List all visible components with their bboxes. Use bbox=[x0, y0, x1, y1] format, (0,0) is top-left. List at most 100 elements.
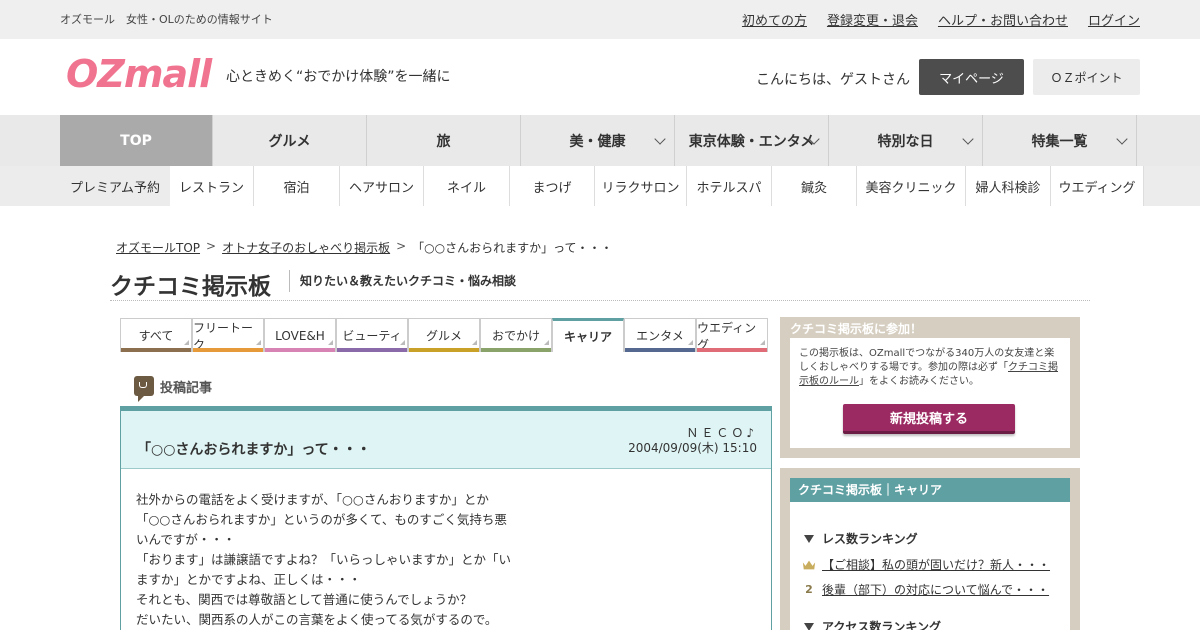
page-subtitle: 知りたい＆教えたいクチコミ・悩み相談 bbox=[289, 270, 516, 292]
chevron-down-icon bbox=[1116, 133, 1128, 145]
post-body-line: それとも、関西では尊敬語として普通に使うんでしょうか？ bbox=[136, 592, 473, 607]
oz-point-button[interactable]: ＯＺポイント bbox=[1033, 59, 1140, 95]
access-ranking-heading: アクセス数ランキング bbox=[804, 618, 941, 630]
post-section-label: 投稿記事 bbox=[160, 380, 213, 396]
breadcrumb-separator: > bbox=[206, 239, 217, 253]
link-first-time[interactable]: 初めての方 bbox=[742, 10, 807, 29]
category-color-bar bbox=[337, 348, 407, 352]
premium-nav: プレミアム予約 レストラン 宿泊 ヘアサロン ネイル まつげ リラクサロン ホテルスパ 鍼灸 美容… bbox=[0, 166, 1200, 206]
post-body-line: 「○○さんおられますか」というのが多くて、ものすごく気持ち悪 bbox=[136, 512, 507, 527]
header-catchphrase: 心ときめく“おでかけ体験”を一緒に bbox=[226, 69, 451, 85]
res-ranking-heading: レス数ランキング bbox=[804, 530, 918, 547]
chevron-down-icon bbox=[962, 133, 974, 145]
tab-corner-icon bbox=[688, 340, 693, 345]
premium-nav-item[interactable]: ウエディング bbox=[1051, 166, 1144, 206]
res-ranking-link-2[interactable]: 後輩（部下）の対応について悩んで・・・ bbox=[822, 581, 1049, 598]
category-tab[interactable]: エンタメ bbox=[624, 318, 696, 352]
premium-nav-item[interactable]: 鍼灸 bbox=[772, 166, 857, 206]
category-tab[interactable]: ウエディング bbox=[696, 318, 768, 352]
post-title-area: 「○○さんおられますか」って・・・ ＮＥＣＯ♪ 2004/09/09(木) 15… bbox=[121, 411, 771, 469]
tab-corner-icon bbox=[760, 340, 765, 345]
ranking-panel-title: クチコミ掲示板｜キャリア bbox=[790, 478, 1070, 502]
breadcrumb-current: 「○○さんおられますか」って・・・ bbox=[412, 241, 613, 255]
post-body-line: 「おります」は謙譲語ですよね？「いらっしゃいますか」とか「い bbox=[136, 552, 512, 567]
premium-nav-item[interactable]: レストラン bbox=[170, 166, 254, 206]
link-login[interactable]: ログイン bbox=[1088, 10, 1140, 29]
tab-corner-icon bbox=[328, 340, 333, 345]
category-tab[interactable]: すべて bbox=[120, 318, 192, 352]
ozmall-logo[interactable]: OZmall bbox=[66, 52, 212, 96]
post-body: 社外からの電話をよく受けますが、「○○さんおりますか」とか 「○○さんおられますか… bbox=[136, 490, 536, 630]
res-ranking-item: 【ご相談】私の頭が固いだけ？新人・・・ bbox=[802, 556, 1050, 573]
category-tab[interactable]: フリートーク bbox=[192, 318, 264, 352]
rank-number-icon: 2 bbox=[805, 583, 813, 596]
category-color-bar bbox=[697, 348, 767, 352]
category-tab[interactable]: おでかけ bbox=[480, 318, 552, 352]
premium-nav-item[interactable]: ヘアサロン bbox=[340, 166, 424, 206]
gnav-item-label: 東京体験・エンタメ bbox=[688, 133, 815, 150]
join-board-description: この掲示板は、OZmallでつながる340万人の女友達と楽しくおしゃべりする場で… bbox=[799, 347, 1063, 389]
premium-nav-item[interactable]: 婦人科検診 bbox=[966, 166, 1051, 206]
premium-nav-label: プレミアム予約 bbox=[69, 180, 161, 196]
premium-nav-item[interactable]: リラクサロン bbox=[595, 166, 687, 206]
gnav-item-label: グルメ bbox=[268, 133, 311, 150]
new-post-button[interactable]: 新規投稿する bbox=[843, 404, 1015, 434]
category-tab[interactable]: LOVE&H bbox=[264, 318, 336, 352]
post-body-line: ますか」とかですよね、正しくは・・・ bbox=[136, 572, 362, 587]
gnav-item[interactable]: 旅 bbox=[367, 115, 521, 166]
triangle-down-icon bbox=[804, 622, 814, 630]
gnav-item-label: 特集一覧 bbox=[1031, 133, 1088, 150]
category-color-bar bbox=[625, 348, 695, 352]
site-header: OZmall 心ときめく“おでかけ体験”を一緒に こんにちは、ゲストさん マイペ… bbox=[0, 39, 1200, 115]
gnav-item[interactable]: 特集一覧 bbox=[983, 115, 1137, 166]
gnav-item-label: 美・健康 bbox=[569, 133, 626, 150]
category-tabs: すべて フリートーク LOVE&H ビューティ グルメ おでかけ キャリア エンタメ ウエディン… bbox=[120, 318, 768, 352]
tab-corner-icon bbox=[400, 340, 405, 345]
greeting-text: こんにちは、ゲストさん bbox=[756, 72, 910, 88]
post-body-line: だいたい、関西系の人がこの言葉をよく使ってる気がするので。 bbox=[136, 612, 498, 627]
mypage-button[interactable]: マイページ bbox=[919, 59, 1024, 95]
tab-corner-icon bbox=[472, 340, 477, 345]
tab-corner-icon bbox=[544, 340, 549, 345]
res-ranking-link-1[interactable]: 【ご相談】私の頭が固いだけ？新人・・・ bbox=[822, 556, 1050, 573]
post-title: 「○○さんおられますか」って・・・ bbox=[137, 442, 371, 458]
category-tab-label: エンタメ bbox=[636, 329, 684, 343]
premium-nav-item[interactable]: 美容クリニック bbox=[857, 166, 966, 206]
gnav-item-label: 特別な日 bbox=[877, 133, 934, 150]
category-color-bar bbox=[409, 348, 479, 352]
post-date: 2004/09/09(木) 15:10 bbox=[628, 441, 757, 455]
category-tab[interactable]: ビューティ bbox=[336, 318, 408, 352]
category-tab[interactable]: キャリア bbox=[552, 318, 624, 352]
breadcrumb-board[interactable]: オトナ女子のおしゃべり掲示板 bbox=[222, 239, 390, 256]
gnav-item[interactable]: 東京体験・エンタメ bbox=[675, 115, 829, 166]
gnav-item[interactable]: 特別な日 bbox=[829, 115, 983, 166]
res-ranking-item: 2 後輩（部下）の対応について悩んで・・・ bbox=[802, 581, 1049, 598]
coffee-cup-icon bbox=[134, 376, 154, 402]
post-article: 「○○さんおられますか」って・・・ ＮＥＣＯ♪ 2004/09/09(木) 15… bbox=[120, 406, 772, 630]
category-color-bar bbox=[121, 348, 191, 352]
triangle-down-icon bbox=[804, 534, 814, 543]
gnav-item[interactable]: 美・健康 bbox=[521, 115, 675, 166]
link-account-change[interactable]: 登録変更・退会 bbox=[827, 10, 918, 29]
gnav-item-label: 旅 bbox=[436, 133, 451, 150]
category-tab-label: グルメ bbox=[425, 329, 462, 343]
premium-nav-item[interactable]: まつげ bbox=[510, 166, 595, 206]
global-nav-items: TOP グルメ 旅 美・健康 東京体験・エンタメ 特別な日 特集一覧 bbox=[60, 115, 1137, 166]
rank-crown-icon bbox=[802, 558, 816, 572]
breadcrumb-top[interactable]: オズモールTOP bbox=[116, 239, 200, 256]
breadcrumb-separator: > bbox=[396, 239, 407, 253]
link-help[interactable]: ヘルプ・お問い合わせ bbox=[938, 10, 1068, 29]
category-tab[interactable]: グルメ bbox=[408, 318, 480, 352]
premium-nav-item[interactable]: ホテルスパ bbox=[687, 166, 772, 206]
tab-corner-icon bbox=[184, 340, 189, 345]
join-board-content: この掲示板は、OZmallでつながる340万人の女友達と楽しくおしゃべりする場で… bbox=[790, 338, 1070, 448]
gnav-item[interactable]: TOP bbox=[60, 115, 213, 166]
premium-nav-item[interactable]: 宿泊 bbox=[254, 166, 340, 206]
category-color-bar bbox=[193, 348, 263, 352]
gnav-item[interactable]: グルメ bbox=[213, 115, 367, 166]
category-tab-label: LOVE&H bbox=[275, 328, 325, 343]
premium-nav-item[interactable]: ネイル bbox=[424, 166, 510, 206]
global-nav: TOP グルメ 旅 美・健康 東京体験・エンタメ 特別な日 特集一覧 bbox=[0, 115, 1200, 166]
breadcrumb: オズモールTOP > オトナ女子のおしゃべり掲示板 > 「○○さんおられますか」… bbox=[116, 239, 613, 256]
category-tab-label: ビューティ bbox=[342, 329, 402, 343]
